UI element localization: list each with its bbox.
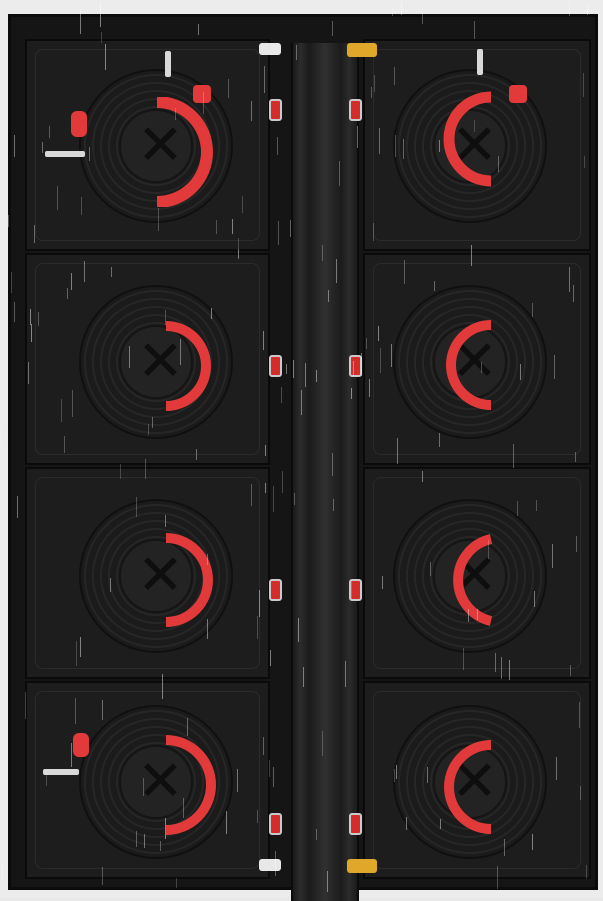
rain-streak (0, 428, 1, 446)
red-arc-icon (165, 321, 211, 411)
pin-icon (43, 769, 79, 775)
pin-icon (45, 151, 85, 157)
red-arc-icon (444, 740, 492, 834)
rain-streak (2, 861, 3, 882)
lock-handle-icon (509, 85, 527, 103)
module-right-1: ✕ (363, 39, 591, 251)
photo-stage: ✕ ✕ ✕ ✕ ✕ ✕ ✕ ✕ (0, 0, 603, 901)
red-arc-icon (156, 97, 213, 207)
module-left-4: ✕ (25, 681, 270, 879)
cabinet-frame: ✕ ✕ ✕ ✕ ✕ ✕ ✕ ✕ (8, 14, 598, 901)
red-arc-icon (165, 735, 216, 835)
yellow-connector-icon (347, 43, 377, 57)
module-left-2: ✕ (25, 253, 270, 465)
lock-handle-icon (193, 85, 211, 103)
latch-icon (349, 355, 362, 377)
module-right-3: ✕ (363, 467, 591, 679)
lock-handle-icon (71, 111, 87, 137)
lock-handle-icon (73, 733, 89, 757)
latch-icon (269, 355, 282, 377)
white-connector-icon (259, 859, 281, 871)
pin-icon (165, 51, 171, 77)
white-connector-icon (259, 43, 281, 55)
latch-icon (349, 99, 362, 121)
red-arc-icon (165, 533, 213, 627)
latch-icon (269, 579, 282, 601)
red-arc-icon (446, 320, 492, 410)
red-arc-icon (443, 91, 492, 187)
module-left-3: ✕ (25, 467, 270, 679)
center-beam (291, 43, 359, 901)
module-left-1: ✕ (25, 39, 270, 251)
pin-icon (477, 49, 483, 75)
red-arc-icon (453, 534, 493, 626)
latch-icon (349, 579, 362, 601)
latch-icon (269, 813, 282, 835)
latch-icon (269, 99, 282, 121)
module-right-2: ✕ (363, 253, 591, 465)
module-right-4: ✕ (363, 681, 591, 879)
latch-icon (349, 813, 362, 835)
yellow-connector-icon (347, 859, 377, 873)
